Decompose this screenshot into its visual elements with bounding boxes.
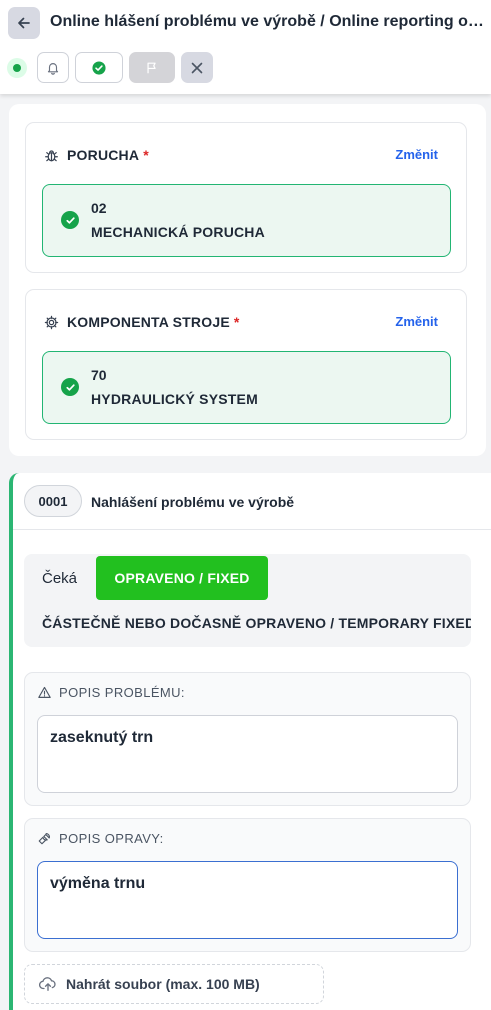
gear-icon [44, 315, 59, 329]
bell-icon [47, 62, 59, 75]
notify-button[interactable] [37, 52, 69, 83]
component-change-link[interactable]: Změnit [395, 314, 438, 329]
status-waiting-option[interactable]: Čeká [42, 570, 77, 587]
repair-description-input[interactable]: výměna trnu [37, 861, 458, 939]
cloud-upload-icon [39, 977, 56, 991]
required-mark: * [233, 314, 240, 330]
upload-label: Nahrát soubor (max. 100 MB) [66, 976, 260, 992]
check-circle-icon [61, 378, 79, 396]
component-label-text: KOMPONENTA STROJE [67, 314, 230, 330]
upload-file-button[interactable]: Nahrát soubor (max. 100 MB) [24, 964, 324, 1004]
report-card: 0001 Nahlášení problému ve výrobě Čeká O… [9, 473, 491, 1010]
report-number-badge: 0001 [24, 485, 82, 517]
selection-card: PORUCHA * Změnit 02 MECHANICKÁ PORUCHA KO… [9, 104, 486, 456]
fault-label: PORUCHA * [44, 147, 149, 163]
header: Online hlášení problému ve výrobě / Onli… [0, 0, 491, 94]
online-status-indicator [7, 58, 27, 78]
component-section: KOMPONENTA STROJE * Změnit 70 HYDRAULICKÝ… [25, 289, 467, 440]
problem-section: POPIS PROBLÉMU: zaseknutý trn [24, 672, 471, 806]
repair-section: POPIS OPRAVY: výměna trnu [24, 818, 471, 952]
warning-icon [38, 686, 51, 698]
fault-change-link[interactable]: Změnit [395, 147, 438, 162]
problem-label-text: POPIS PROBLÉMU: [59, 685, 185, 700]
page-title: Online hlášení problému ve výrobě / Onli… [50, 13, 486, 30]
back-button[interactable] [8, 7, 40, 39]
fault-label-text: PORUCHA [67, 147, 140, 163]
problem-description-input[interactable]: zaseknutý trn [37, 715, 458, 793]
required-mark: * [143, 147, 149, 163]
flag-icon [147, 62, 156, 73]
status-selector: Čeká OPRAVENO / FIXED ČÁSTEČNĚ NEBO DOČA… [24, 554, 471, 647]
fault-code: 02 [91, 200, 107, 216]
arrow-left-icon [18, 17, 30, 29]
status-fixed-option[interactable]: OPRAVENO / FIXED [96, 556, 268, 600]
report-header: 0001 Nahlášení problému ve výrobě [13, 473, 491, 530]
fault-section: PORUCHA * Změnit 02 MECHANICKÁ PORUCHA [25, 122, 467, 273]
fault-name: MECHANICKÁ PORUCHA [91, 224, 265, 240]
component-name: HYDRAULICKÝ SYSTEM [91, 391, 258, 407]
repair-label: POPIS OPRAVY: [38, 831, 164, 846]
check-circle-icon [61, 211, 79, 229]
fault-value[interactable]: 02 MECHANICKÁ PORUCHA [42, 184, 451, 257]
component-label: KOMPONENTA STROJE * [44, 314, 240, 330]
wrench-icon [38, 833, 50, 845]
bug-icon [45, 149, 58, 161]
close-button[interactable] [181, 52, 213, 83]
check-circle-icon [92, 60, 106, 75]
status-temporary-option[interactable]: ČÁSTEČNĚ NEBO DOČASNĚ OPRAVENO / TEMPORA… [42, 615, 471, 631]
report-title: Nahlášení problému ve výrobě [91, 494, 295, 510]
repair-label-text: POPIS OPRAVY: [59, 831, 164, 846]
flag-button[interactable] [129, 52, 175, 83]
problem-label: POPIS PROBLÉMU: [38, 685, 185, 700]
online-dot-icon [13, 64, 21, 72]
close-icon [191, 62, 203, 73]
confirm-button[interactable] [75, 52, 123, 83]
component-code: 70 [91, 367, 107, 383]
component-value[interactable]: 70 HYDRAULICKÝ SYSTEM [42, 351, 451, 424]
